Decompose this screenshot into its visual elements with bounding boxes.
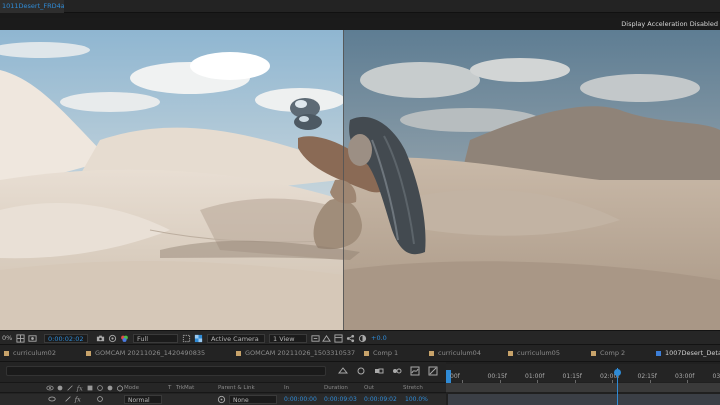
- motion-blur-icon[interactable]: [392, 366, 402, 376]
- timeline-search-row: [0, 364, 446, 378]
- resolution-dropdown[interactable]: Full: [133, 334, 178, 343]
- grid-guides-icon[interactable]: [16, 334, 25, 343]
- ruler-tick-label: 01:00f: [525, 373, 545, 380]
- layer-outline-panel: fx Mode T TrkMat Parent & Link In Durati…: [0, 362, 446, 405]
- ruler-tick-label: 02:15f: [637, 373, 657, 380]
- timeline-tab[interactable]: GOMCAM 20211026_1420490835: [86, 345, 205, 362]
- label-color-swatch: [4, 350, 9, 356]
- motion-blur-column-icon: [97, 385, 103, 391]
- ruler-tick-label: 00:15f: [487, 373, 507, 380]
- timeline-tab[interactable]: curriculum02: [4, 345, 56, 362]
- current-time-display[interactable]: 0:00:02:02: [44, 334, 88, 343]
- snapshot-camera-icon[interactable]: [96, 334, 105, 343]
- graph-editor-icon[interactable]: [410, 366, 420, 376]
- svg-text:fx: fx: [76, 384, 83, 392]
- layer-in-point[interactable]: 0:00:00:00: [284, 395, 317, 404]
- pick-whip-icon[interactable]: [217, 395, 226, 404]
- label-color-swatch: [429, 350, 434, 356]
- shy-layers-icon[interactable]: [356, 366, 366, 376]
- transparency-grid-icon[interactable]: [194, 334, 203, 343]
- frame-blend-column-icon: [87, 385, 93, 391]
- mask-visibility-icon[interactable]: [28, 334, 37, 343]
- exposure-value[interactable]: +0.0: [371, 334, 387, 343]
- column-parent-link: Parent & Link: [218, 385, 255, 391]
- layer-row[interactable]: fx Normal None 0:00:00:00 0:00:09:03 0:0…: [0, 394, 446, 405]
- layer-effects-switch-icon[interactable]: fx: [74, 395, 82, 403]
- view-layout-dropdown[interactable]: 1 View: [269, 334, 307, 343]
- ruler-tick-label: 01:15f: [562, 373, 582, 380]
- composition-viewer[interactable]: Display Acceleration Disabled: [0, 18, 720, 330]
- viewer-control-bar: 0% 0:00:02:02 Full Active Camera 1 View …: [0, 330, 720, 345]
- display-acceleration-status: Display Acceleration Disabled: [621, 20, 718, 28]
- region-of-interest-icon[interactable]: [182, 334, 191, 343]
- draft-3d-icon[interactable]: [338, 366, 348, 376]
- timeline-tab-bar: curriculum02 GOMCAM 20211026_1420490835 …: [0, 345, 720, 362]
- label-color-swatch: [508, 350, 513, 356]
- column-duration: Duration: [324, 385, 348, 391]
- time-graph-panel[interactable]: 00f 00:15f 01:00f 01:15f 02:00f 02:15f 03:00f 0…: [446, 362, 720, 405]
- viewer-render-area[interactable]: [0, 30, 720, 330]
- layer-motion-blur-switch-icon[interactable]: [96, 395, 104, 403]
- fx-column-icon: fx: [76, 384, 83, 392]
- layer-column-header: fx Mode T TrkMat Parent & Link In Durati…: [0, 382, 446, 393]
- layer-search-input[interactable]: [6, 366, 326, 376]
- column-mode: Mode: [124, 385, 139, 391]
- ruler-tick-label: 03:00f: [675, 373, 695, 380]
- column-t: T: [168, 385, 172, 391]
- timeline-toggle-icon[interactable]: [334, 334, 343, 343]
- timeline-panel: fx Mode T TrkMat Parent & Link In Durati…: [0, 362, 720, 405]
- shy-column-icon: [57, 385, 63, 391]
- composition-tab-bar: 1011Desert_FRD4a: [0, 0, 720, 13]
- layer-visibility-icon[interactable]: [48, 395, 56, 403]
- ruler-tick-label: 03:: [712, 373, 720, 380]
- color-channels-icon[interactable]: [120, 334, 129, 343]
- camera-view-dropdown[interactable]: Active Camera: [207, 334, 265, 343]
- comp-markers-icon[interactable]: [428, 366, 438, 376]
- reset-exposure-icon[interactable]: [358, 334, 367, 343]
- label-color-swatch: [364, 350, 369, 356]
- layer-quality-switch-icon[interactable]: [64, 395, 72, 403]
- layer-stretch[interactable]: 100.0%: [405, 395, 428, 404]
- blend-mode-dropdown[interactable]: Normal: [124, 395, 162, 404]
- preview-split-divider[interactable]: [343, 30, 344, 330]
- 3d-column-icon: [117, 385, 123, 392]
- column-trkmat: TrkMat: [176, 385, 195, 391]
- label-color-swatch: [656, 350, 661, 356]
- composition-tab[interactable]: 1011Desert_FRD4a: [0, 0, 64, 13]
- timeline-tab[interactable]: GOMCAM 20211026_1503310537: [236, 345, 355, 362]
- current-time-indicator[interactable]: [617, 368, 619, 405]
- column-stretch: Stretch: [403, 385, 423, 391]
- label-color-swatch: [591, 350, 596, 356]
- magnification-value[interactable]: 0%: [2, 334, 12, 343]
- ruler-tick-label: 00f: [450, 373, 460, 380]
- timeline-tab[interactable]: Comp 1: [364, 345, 398, 362]
- show-snapshot-icon[interactable]: [108, 334, 117, 343]
- timeline-tab[interactable]: curriculum05: [508, 345, 560, 362]
- viewer-status-strip: Display Acceleration Disabled: [0, 18, 720, 30]
- work-area-bar[interactable]: [446, 383, 720, 392]
- comp-flowchart-icon[interactable]: [346, 334, 355, 343]
- adjustment-column-icon: [107, 385, 113, 391]
- layer-duration-bar[interactable]: [448, 394, 720, 405]
- frame-blending-icon[interactable]: [374, 366, 384, 376]
- quality-column-icon: [67, 385, 73, 391]
- time-ruler[interactable]: 00f 00:15f 01:00f 01:15f 02:00f 02:15f 03:00f 0…: [446, 364, 720, 384]
- column-in: In: [284, 385, 290, 391]
- layer-out-point[interactable]: 0:00:09:02: [364, 395, 397, 404]
- column-out: Out: [364, 385, 374, 391]
- toggle-pixel-aspect-icon[interactable]: [311, 334, 320, 343]
- label-color-swatch: [86, 350, 91, 356]
- layer-duration[interactable]: 0:00:09:03: [324, 395, 357, 404]
- timeline-tab[interactable]: curriculum04: [429, 345, 481, 362]
- parent-dropdown[interactable]: None: [229, 395, 277, 404]
- fast-previews-icon[interactable]: [322, 334, 331, 343]
- label-color-swatch: [236, 350, 241, 356]
- eye-column-icon: [46, 385, 54, 391]
- timeline-tab[interactable]: Comp 2: [591, 345, 625, 362]
- svg-text:fx: fx: [74, 395, 81, 403]
- timeline-tab-active[interactable]: 1007Desert_Detail: [656, 345, 720, 362]
- desert-scene-render: [0, 30, 720, 330]
